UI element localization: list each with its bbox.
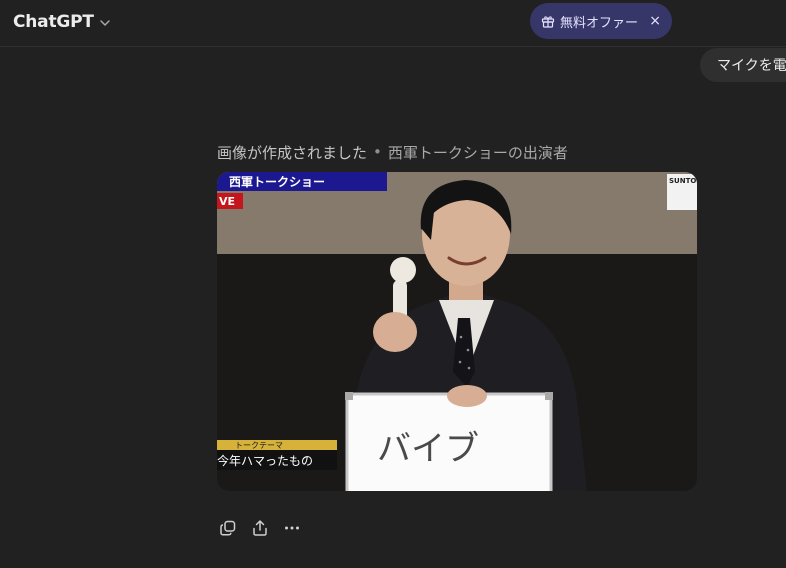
caption-status: 画像が作成されました [217,143,368,162]
caption-separator: • [373,143,382,161]
more-button[interactable] [280,516,304,540]
share-button[interactable] [248,516,272,540]
microphone-tooltip: マイクを電 [700,48,786,82]
chevron-down-icon [100,20,110,26]
model-switcher[interactable]: ChatGPT [13,9,112,35]
model-name: ChatGPT [13,12,94,32]
free-offer-button[interactable]: 無料オファー × [530,3,672,39]
message-actions [216,516,304,540]
generated-image[interactable]: バイブ 西軍トークショー VE SUNTO トークテーマ 今年ハマったもの [217,172,697,491]
whiteboard-text: バイブ [377,429,479,469]
corner-card-title: SUNTO [669,177,696,185]
copy-icon [220,520,236,536]
offer-close-button[interactable]: × [649,12,661,30]
theme-text: 今年ハマったもの [217,453,313,468]
theme-label: トークテーマ [235,441,283,450]
copy-button[interactable] [216,516,240,540]
live-tag: VE [219,195,235,208]
offer-label: 無料オファー [560,15,639,31]
top-bar: ChatGPT 無料オファー × [0,0,786,47]
gift-icon [541,16,555,28]
image-caption: 画像が作成されました • 西軍トークショーの出演者 [217,141,568,163]
caption-title: 西軍トークショーの出演者 [387,143,568,162]
share-icon [253,520,267,536]
banner-title: 西軍トークショー [229,175,325,189]
more-icon [285,526,299,530]
